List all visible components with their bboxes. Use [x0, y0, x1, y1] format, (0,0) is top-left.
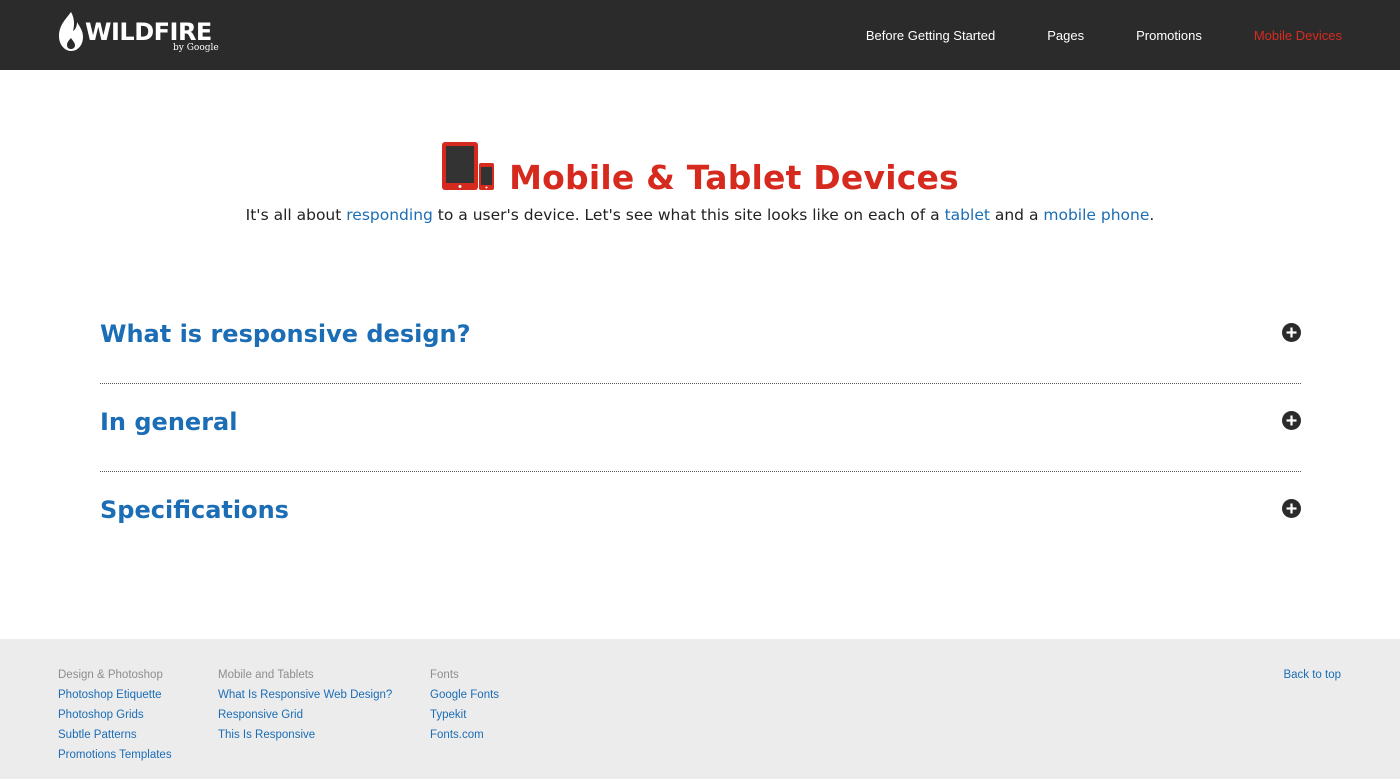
top-navigation-bar: WILDFIRE by Google Before Getting Starte… — [0, 0, 1400, 70]
tablet-link[interactable]: tablet — [945, 206, 990, 224]
responding-link[interactable]: responding — [346, 206, 433, 224]
intro-text-2: to a user's device. Let's see what this … — [432, 206, 945, 224]
accordion-title[interactable]: Specifications — [100, 493, 289, 527]
plus-circle-icon[interactable] — [1282, 499, 1301, 518]
footer-link-responsive-web-design[interactable]: What Is Responsive Web Design? — [218, 688, 392, 702]
devices-icon — [442, 142, 495, 190]
footer-column-heading: Mobile and Tablets — [218, 669, 314, 681]
main-nav: Before Getting Started Pages Promotions … — [814, 0, 1342, 70]
plus-circle-icon[interactable] — [1282, 323, 1301, 342]
footer-link-typekit[interactable]: Typekit — [430, 708, 499, 722]
footer-column-heading: Design & Photoshop — [58, 669, 163, 681]
footer: Design & Photoshop Photoshop Etiquette P… — [0, 639, 1400, 779]
footer-link-photoshop-grids[interactable]: Photoshop Grids — [58, 708, 172, 722]
accordion-title[interactable]: In general — [100, 405, 237, 439]
logo-wordmark: WILDFIRE — [85, 18, 212, 46]
nav-item-before-getting-started[interactable]: Before Getting Started — [866, 28, 995, 43]
intro-text-1: It's all about — [245, 206, 347, 224]
footer-link-subtle-patterns[interactable]: Subtle Patterns — [58, 728, 172, 742]
footer-link-photoshop-etiquette[interactable]: Photoshop Etiquette — [58, 688, 172, 702]
footer-column-design: Design & Photoshop Photoshop Etiquette P… — [58, 668, 172, 768]
accordion-item-responsive-design[interactable]: What is responsive design? — [100, 296, 1301, 384]
nav-item-pages[interactable]: Pages — [1047, 28, 1084, 43]
footer-column-mobile: Mobile and Tablets What Is Responsive We… — [218, 668, 392, 748]
accordion: What is responsive design? In general Sp… — [100, 296, 1301, 560]
mobile-phone-link[interactable]: mobile phone — [1043, 206, 1149, 224]
wildfire-logo[interactable]: WILDFIRE by Google — [57, 11, 227, 55]
footer-link-responsive-grid[interactable]: Responsive Grid — [218, 708, 392, 722]
plus-circle-icon[interactable] — [1282, 411, 1301, 430]
page-title: Mobile & Tablet Devices — [509, 158, 959, 197]
intro-text-4: . — [1149, 206, 1155, 224]
accordion-item-specifications[interactable]: Specifications — [100, 472, 1301, 560]
flame-icon — [59, 12, 83, 51]
footer-column-heading: Fonts — [430, 669, 459, 681]
footer-link-promotions-templates[interactable]: Promotions Templates — [58, 748, 172, 762]
hero-title-row: Mobile & Tablet Devices — [441, 140, 959, 198]
accordion-item-in-general[interactable]: In general — [100, 384, 1301, 472]
hero-section: Mobile & Tablet Devices It's all about r… — [0, 140, 1400, 226]
nav-item-promotions[interactable]: Promotions — [1136, 28, 1202, 43]
footer-link-google-fonts[interactable]: Google Fonts — [430, 688, 499, 702]
footer-link-this-is-responsive[interactable]: This Is Responsive — [218, 728, 392, 742]
footer-link-fonts-com[interactable]: Fonts.com — [430, 728, 499, 742]
accordion-title[interactable]: What is responsive design? — [100, 317, 471, 351]
intro-text-3: and a — [989, 206, 1044, 224]
logo-byline: by Google — [173, 43, 219, 53]
back-to-top-link[interactable]: Back to top — [1283, 668, 1341, 682]
hero-intro: It's all about responding to a user's de… — [0, 204, 1400, 226]
nav-item-mobile-devices[interactable]: Mobile Devices — [1254, 28, 1342, 43]
footer-column-fonts: Fonts Google Fonts Typekit Fonts.com — [430, 668, 499, 748]
